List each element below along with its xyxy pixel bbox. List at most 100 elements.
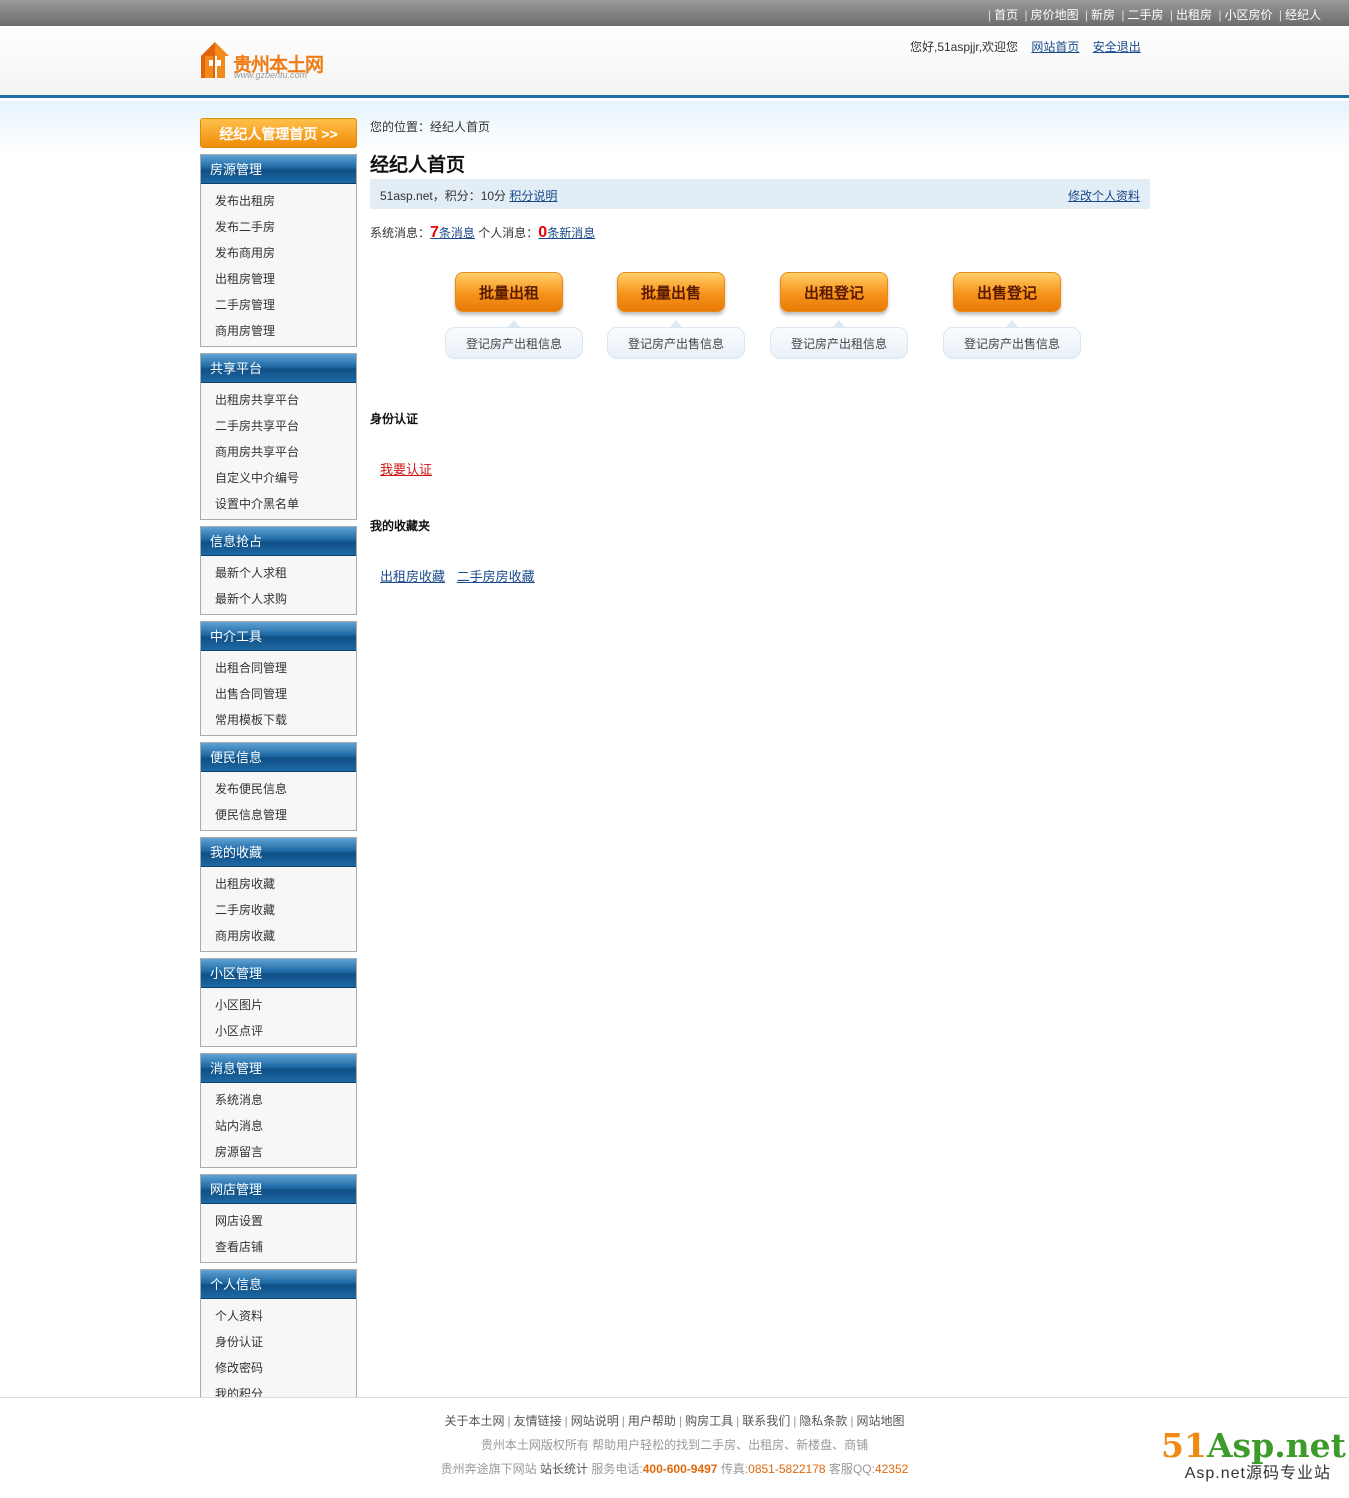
sidebar-item-rental-manage[interactable]: 出租房管理 [215, 266, 356, 292]
footer-link-contact[interactable]: 联系我们 [742, 1414, 790, 1428]
sidebar: 经纪人管理首页 >> 房源管理 发布出租房 发布二手房 发布商用房 出租房管理 … [200, 118, 357, 1410]
sidebar-item-rental-contracts[interactable]: 出租合同管理 [215, 655, 356, 681]
sidebar-item-latest-rent-requests[interactable]: 最新个人求租 [215, 560, 356, 586]
sidebar-item-view-shop[interactable]: 查看店铺 [215, 1234, 356, 1260]
service-phone: 400-600-9497 [642, 1462, 718, 1476]
agent-home-button[interactable]: 经纪人管理首页 >> [200, 118, 357, 148]
system-message-link[interactable]: 7条消息 [430, 224, 475, 241]
top-nav-community-price[interactable]: 小区房价 [1225, 8, 1273, 22]
top-nav-rental[interactable]: 出租房 [1176, 8, 1212, 22]
sidebar-item-latest-buy-requests[interactable]: 最新个人求购 [215, 586, 356, 612]
quick-actions: 批量出租 登记房产出租信息 批量出售 登记房产出售信息 出租登记 登记房产出租信… [370, 270, 1150, 370]
sidebar-item-template-download[interactable]: 常用模板下载 [215, 707, 356, 733]
user-bar: 您好,51aspjjr,欢迎您 网站首页 安全退出 [910, 38, 1141, 55]
breadcrumb: 您的位置：经纪人首页 [370, 120, 491, 134]
site-footer: 关于本土网 | 友情链接 | 网站说明 | 用户帮助 | 购房工具 | 联系我们 | 隐私条款 | 网站地图… [0, 1397, 1349, 1498]
site-header: 贵州本土网 www.gzbentu.com 您好,51aspjjr,欢迎您 网站… [0, 26, 1349, 98]
footer-link-sitemap[interactable]: 网站地图 [856, 1414, 904, 1428]
edit-profile-link[interactable]: 修改个人资料 [1068, 189, 1140, 203]
sidebar-group-title[interactable]: 共享平台 [201, 354, 356, 383]
footer-link-about[interactable]: 关于本土网 [445, 1414, 505, 1428]
sidebar-group-title[interactable]: 小区管理 [201, 959, 356, 988]
personal-message-label: 个人消息： [478, 226, 539, 240]
sidebar-item-agent-blacklist[interactable]: 设置中介黑名单 [215, 491, 356, 517]
batch-sell-button[interactable]: 批量出售 [617, 272, 725, 312]
sidebar-item-rental-favorites[interactable]: 出租房收藏 [215, 871, 356, 897]
sidebar-item-identity[interactable]: 身份认证 [215, 1329, 356, 1355]
batch-rent-button[interactable]: 批量出租 [455, 272, 563, 312]
sidebar-item-second-hand-favorites[interactable]: 二手房收藏 [215, 897, 356, 923]
sidebar-group-title[interactable]: 个人信息 [201, 1270, 356, 1299]
sidebar-group-title[interactable]: 房源管理 [201, 155, 356, 184]
rental-favorites-link[interactable]: 出租房收藏 [380, 569, 445, 584]
sidebar-group-title[interactable]: 我的收藏 [201, 838, 356, 867]
action-rent-register: 出租登记 登记房产出租信息 [770, 270, 910, 362]
sidebar-item-second-hand-share[interactable]: 二手房共享平台 [215, 413, 356, 439]
service-qq: 42352 [874, 1462, 909, 1476]
fax-number: 0851-5822178 [748, 1462, 826, 1476]
sidebar-item-commercial-favorites[interactable]: 商用房收藏 [215, 923, 356, 949]
top-nav-home[interactable]: 首页 [994, 8, 1018, 22]
sidebar-item-post-commercial[interactable]: 发布商用房 [215, 240, 356, 266]
personal-message-count: 0 [538, 224, 548, 241]
identity-section-title: 身份认证 [370, 412, 419, 426]
sidebar-group-favorites: 我的收藏 出租房收藏 二手房收藏 商用房收藏 [200, 837, 357, 952]
sidebar-item-custom-agent-id[interactable]: 自定义中介编号 [215, 465, 356, 491]
sidebar-item-sale-contracts[interactable]: 出售合同管理 [215, 681, 356, 707]
sidebar-item-commercial-manage[interactable]: 商用房管理 [215, 318, 356, 344]
sell-register-button[interactable]: 出售登记 [953, 272, 1061, 312]
sidebar-item-community-photos[interactable]: 小区图片 [215, 992, 356, 1018]
personal-message-link[interactable]: 0条新消息 [538, 224, 595, 241]
top-nav-new-house[interactable]: 新房 [1091, 8, 1115, 22]
footer-link-privacy[interactable]: 隐私条款 [799, 1414, 847, 1428]
sidebar-group-title[interactable]: 便民信息 [201, 743, 356, 772]
sidebar-item-second-hand-manage[interactable]: 二手房管理 [215, 292, 356, 318]
system-message-count: 7 [430, 224, 439, 241]
sidebar-group-community: 小区管理 小区图片 小区点评 [200, 958, 357, 1047]
site-stats-link[interactable]: 站长统计 [540, 1462, 588, 1476]
sidebar-item-commercial-share[interactable]: 商用房共享平台 [215, 439, 356, 465]
sidebar-item-change-password[interactable]: 修改密码 [215, 1355, 356, 1381]
sidebar-group-listings: 房源管理 发布出租房 发布二手房 发布商用房 出租房管理 二手房管理 商用房管理 [200, 154, 357, 347]
sell-register-desc: 登记房产出售信息 [943, 327, 1081, 359]
rent-register-button[interactable]: 出租登记 [780, 272, 888, 312]
footer-link-help[interactable]: 用户帮助 [628, 1414, 676, 1428]
sidebar-item-post-public-info[interactable]: 发布便民信息 [215, 776, 356, 802]
sidebar-group-shop: 网店管理 网店设置 查看店铺 [200, 1174, 357, 1263]
site-home-link[interactable]: 网站首页 [1031, 40, 1079, 54]
verify-identity-link[interactable]: 我要认证 [380, 462, 432, 477]
page-title: 经纪人首页 [370, 154, 466, 176]
sidebar-item-site-messages[interactable]: 站内消息 [215, 1113, 356, 1139]
sidebar-item-profile[interactable]: 个人资料 [215, 1303, 356, 1329]
top-nav-price-map[interactable]: 房价地图 [1031, 8, 1079, 22]
sidebar-group-title[interactable]: 网店管理 [201, 1175, 356, 1204]
sidebar-group-title[interactable]: 信息抢占 [201, 527, 356, 556]
footer-link-friends[interactable]: 友情链接 [514, 1414, 562, 1428]
second-hand-favorites-link[interactable]: 二手房房收藏 [457, 569, 535, 584]
points-help-link[interactable]: 积分说明 [509, 189, 557, 203]
sidebar-item-rental-share[interactable]: 出租房共享平台 [215, 387, 356, 413]
message-summary: 系统消息：7条消息 个人消息：0条新消息 [370, 224, 595, 242]
sidebar-item-manage-public-info[interactable]: 便民信息管理 [215, 802, 356, 828]
footer-copyright: 贵州本土网版权所有 帮助用户轻松的找到二手房、出租房、新楼盘、商铺 [480, 1438, 869, 1452]
footer-link-site-info[interactable]: 网站说明 [571, 1414, 619, 1428]
sidebar-item-system-messages[interactable]: 系统消息 [215, 1087, 356, 1113]
site-logo[interactable]: 贵州本土网 www.gzbentu.com [200, 40, 340, 82]
footer-contact: 贵州奔途旗下网站 站长统计 服务电话:400-600-9497 传真:0851-… [440, 1462, 909, 1476]
logo-url: www.gzbentu.com [234, 70, 308, 80]
sidebar-item-shop-settings[interactable]: 网店设置 [215, 1208, 356, 1234]
batch-sell-desc: 登记房产出售信息 [607, 327, 745, 359]
sidebar-group-public-info: 便民信息 发布便民信息 便民信息管理 [200, 742, 357, 831]
sidebar-item-community-reviews[interactable]: 小区点评 [215, 1018, 356, 1044]
footer-link-tools[interactable]: 购房工具 [685, 1414, 733, 1428]
action-sell-register: 出售登记 登记房产出售信息 [943, 270, 1083, 362]
sidebar-item-listing-comments[interactable]: 房源留言 [215, 1139, 356, 1165]
sidebar-item-post-second-hand[interactable]: 发布二手房 [215, 214, 356, 240]
top-nav-second-hand[interactable]: 二手房 [1128, 8, 1164, 22]
sidebar-item-post-rental[interactable]: 发布出租房 [215, 188, 356, 214]
top-bar: | 首页 | 房价地图 | 新房 | 二手房 | 出租房 | 小区房价 | 经纪人 [0, 0, 1349, 26]
logout-link[interactable]: 安全退出 [1093, 40, 1141, 54]
sidebar-group-title[interactable]: 中介工具 [201, 622, 356, 651]
sidebar-group-title[interactable]: 消息管理 [201, 1054, 356, 1083]
top-nav-agent[interactable]: 经纪人 [1285, 8, 1321, 22]
